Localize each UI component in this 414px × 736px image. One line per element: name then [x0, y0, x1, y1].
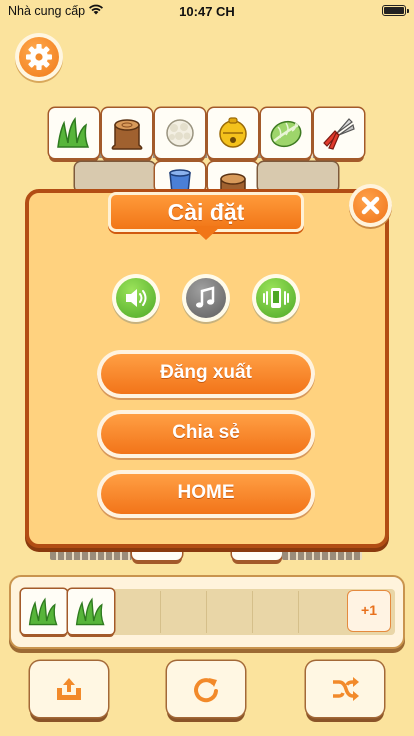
vibrate-icon [263, 288, 289, 308]
undo-out-icon [57, 678, 81, 700]
gear-icon [26, 44, 52, 70]
clock: 10:47 CH [179, 4, 235, 19]
refresh-icon [194, 678, 218, 703]
slot-divider [206, 591, 207, 633]
tray-tile [21, 589, 67, 634]
tray-tile [68, 589, 114, 634]
blocked-tile [258, 162, 338, 192]
tree-stump-tile[interactable] [102, 108, 152, 158]
pruning-shears-tile[interactable] [314, 108, 364, 158]
cauliflower-tile[interactable] [155, 108, 205, 158]
refresh-button[interactable] [167, 661, 245, 717]
bell-tile-icon [219, 117, 247, 148]
share-button[interactable]: Chia sẻ [97, 410, 315, 458]
tree-stump-tile-icon [111, 119, 143, 150]
settings-button[interactable] [15, 33, 63, 81]
tile-stack-edge [50, 548, 132, 560]
bucket-tile[interactable] [155, 162, 205, 192]
music-note-icon [196, 286, 215, 308]
home-button[interactable]: HOME [97, 470, 315, 518]
bell-tile[interactable] [208, 108, 258, 158]
settings-title: Cài đặt [167, 199, 245, 225]
extra-slot-button[interactable]: +1 [347, 590, 391, 632]
status-bar: Nhà cung cấp 10:47 CH [0, 0, 414, 22]
undo-button[interactable] [30, 661, 108, 717]
blocked-tile [75, 162, 155, 192]
speaker-icon [126, 289, 147, 307]
tile-stack-edge [282, 548, 362, 560]
cabbage-tile[interactable] [261, 108, 311, 158]
grass-tile[interactable] [49, 108, 99, 158]
slot-divider [252, 591, 253, 633]
pruning-shears-tile-icon [323, 118, 355, 150]
home-label: HOME [177, 482, 235, 503]
close-icon [361, 196, 380, 215]
share-label: Chia sẻ [172, 422, 240, 443]
sound-toggle[interactable] [112, 274, 160, 322]
grass-tile-icon [57, 116, 90, 148]
grass-tile-icon [28, 597, 58, 626]
vibration-toggle[interactable] [252, 274, 300, 322]
shuffle-icon [333, 677, 359, 701]
battery-icon [382, 5, 409, 16]
settings-title-banner: Cài đặt [108, 192, 304, 240]
close-button[interactable] [349, 184, 392, 227]
music-toggle[interactable] [182, 274, 230, 322]
grass-tile-icon [75, 597, 105, 626]
tree-stump-tile[interactable] [208, 162, 258, 192]
slot-divider [298, 591, 299, 633]
logout-button[interactable]: Đăng xuất [97, 350, 315, 398]
shuffle-button[interactable] [306, 661, 384, 717]
cauliflower-tile-icon [166, 119, 194, 147]
slot-divider [160, 591, 161, 633]
logout-label: Đăng xuất [160, 362, 252, 383]
cabbage-tile-icon [270, 120, 302, 148]
